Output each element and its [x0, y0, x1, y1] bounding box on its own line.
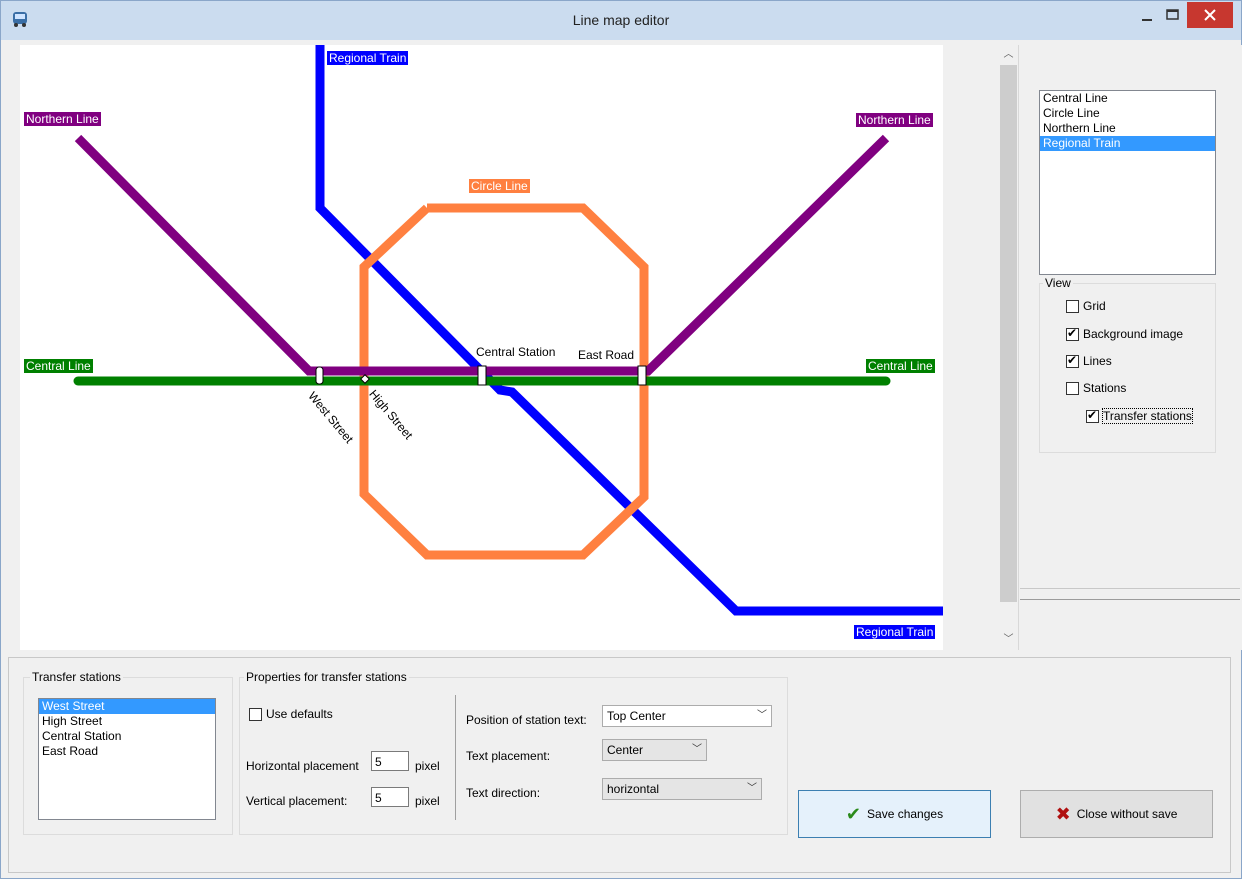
- red-x-icon: ✖: [1055, 803, 1071, 824]
- text-direction-value: horizontal: [607, 782, 660, 796]
- central-line-label-left: Central Line: [24, 359, 93, 373]
- transfer-stations-checkbox[interactable]: Transfer stations: [1086, 408, 1193, 424]
- transfer-stations-group-title: Transfer stations: [30, 670, 123, 684]
- scroll-up-icon[interactable]: ︿: [999, 47, 1018, 63]
- lines-list-item[interactable]: Central Line: [1040, 91, 1215, 106]
- circle-line-label: Circle Line: [469, 179, 530, 193]
- vertical-placement-label: Vertical placement:: [246, 794, 348, 808]
- minimize-icon[interactable]: [1133, 2, 1161, 30]
- background-image-checkbox-label: Background image: [1083, 327, 1184, 341]
- transfer-stations-list[interactable]: West Street High Street Central Station …: [38, 698, 216, 820]
- regional-train-label-bottom: Regional Train: [854, 625, 936, 639]
- map-vertical-scrollbar[interactable]: ︿ ﹀: [999, 45, 1018, 650]
- transfer-station-item-selected[interactable]: West Street: [39, 699, 215, 714]
- central-line-label-right: Central Line: [866, 359, 935, 373]
- horizontal-placement-unit: pixel: [415, 759, 440, 773]
- right-panel-divider-2: [1020, 599, 1240, 600]
- maximize-icon[interactable]: [1159, 2, 1187, 30]
- chevron-down-icon: ﹀: [692, 744, 702, 755]
- chevron-down-icon: ﹀: [747, 783, 757, 794]
- transfer-station-item[interactable]: Central Station: [39, 729, 215, 744]
- checkmark-icon: ✔: [845, 803, 862, 824]
- window-title: Line map editor: [572, 12, 670, 28]
- transfer-stations-checkbox-box[interactable]: [1086, 408, 1099, 423]
- station-label-east-road: East Road: [578, 348, 635, 362]
- station-marker-central-station[interactable]: [477, 365, 487, 386]
- scroll-down-icon[interactable]: ﹀: [999, 632, 1018, 648]
- use-defaults-checkbox-label: Use defaults: [266, 707, 333, 721]
- regional-train-label-top: Regional Train: [327, 51, 409, 65]
- chevron-down-icon: ﹀: [757, 710, 767, 721]
- transfer-station-item[interactable]: East Road: [39, 744, 215, 759]
- lines-checkbox-box[interactable]: [1066, 353, 1079, 368]
- map-canvas[interactable]: Regional Train Northern Line Northern Li…: [20, 45, 943, 650]
- transfer-stations-checkbox-label: Transfer stations: [1102, 408, 1193, 424]
- properties-separator: [455, 695, 456, 820]
- use-defaults-checkbox[interactable]: Use defaults: [249, 707, 333, 721]
- stations-checkbox-label: Stations: [1083, 381, 1127, 395]
- grid-checkbox-label: Grid: [1083, 299, 1106, 313]
- save-changes-button[interactable]: ✔ Save changes: [798, 790, 991, 838]
- station-marker-east-road[interactable]: [637, 365, 647, 386]
- close-without-save-button[interactable]: ✖ Close without save: [1020, 790, 1213, 838]
- lines-list-item[interactable]: Circle Line: [1040, 106, 1215, 121]
- view-group-title: View: [1043, 276, 1073, 290]
- close-icon[interactable]: [1187, 2, 1233, 28]
- lines-checkbox-label: Lines: [1083, 354, 1112, 368]
- lines-list-item-selected[interactable]: Regional Train: [1040, 136, 1215, 151]
- station-label-central-station: Central Station: [476, 345, 556, 359]
- vertical-placement-unit: pixel: [415, 794, 440, 808]
- position-of-station-text-value: Top Center: [607, 709, 666, 723]
- position-of-station-text-dropdown[interactable]: Top Center ﹀: [602, 705, 772, 727]
- background-image-checkbox-box[interactable]: [1066, 326, 1079, 341]
- station-marker-west-street[interactable]: [315, 366, 324, 385]
- grid-checkbox-box[interactable]: [1066, 299, 1079, 313]
- transfer-station-item[interactable]: High Street: [39, 714, 215, 729]
- text-placement-label: Text placement:: [466, 749, 551, 763]
- text-direction-label: Text direction:: [466, 786, 541, 800]
- northern-line[interactable]: [74, 134, 890, 376]
- text-direction-dropdown[interactable]: horizontal ﹀: [602, 778, 762, 800]
- position-of-station-text-label: Position of station text:: [466, 713, 587, 727]
- text-placement-dropdown[interactable]: Center ﹀: [602, 739, 707, 761]
- northern-line-label-left: Northern Line: [24, 112, 101, 126]
- horizontal-placement-label: Horizontal placement: [246, 759, 359, 773]
- lines-checkbox[interactable]: Lines: [1066, 353, 1112, 368]
- vertical-placement-input[interactable]: 5: [371, 787, 409, 807]
- stations-checkbox-box[interactable]: [1066, 381, 1079, 395]
- horizontal-placement-input[interactable]: 5: [371, 751, 409, 771]
- background-image-checkbox[interactable]: Background image: [1066, 326, 1184, 341]
- title-bar: Line map editor: [1, 1, 1241, 40]
- grid-checkbox[interactable]: Grid: [1066, 299, 1106, 313]
- properties-group-title: Properties for transfer stations: [244, 670, 409, 684]
- use-defaults-checkbox-box[interactable]: [249, 707, 262, 721]
- right-panel-divider: [1020, 588, 1240, 589]
- text-placement-value: Center: [607, 743, 644, 757]
- lines-list[interactable]: Central Line Circle Line Northern Line R…: [1039, 90, 1216, 275]
- northern-line-label-right: Northern Line: [856, 113, 933, 127]
- lines-list-item[interactable]: Northern Line: [1040, 121, 1215, 136]
- scrollbar-thumb[interactable]: [1000, 65, 1017, 602]
- save-changes-label: Save changes: [867, 807, 944, 821]
- close-without-save-label: Close without save: [1076, 807, 1178, 821]
- stations-checkbox[interactable]: Stations: [1066, 381, 1126, 395]
- regional-train-line[interactable]: [315, 45, 943, 616]
